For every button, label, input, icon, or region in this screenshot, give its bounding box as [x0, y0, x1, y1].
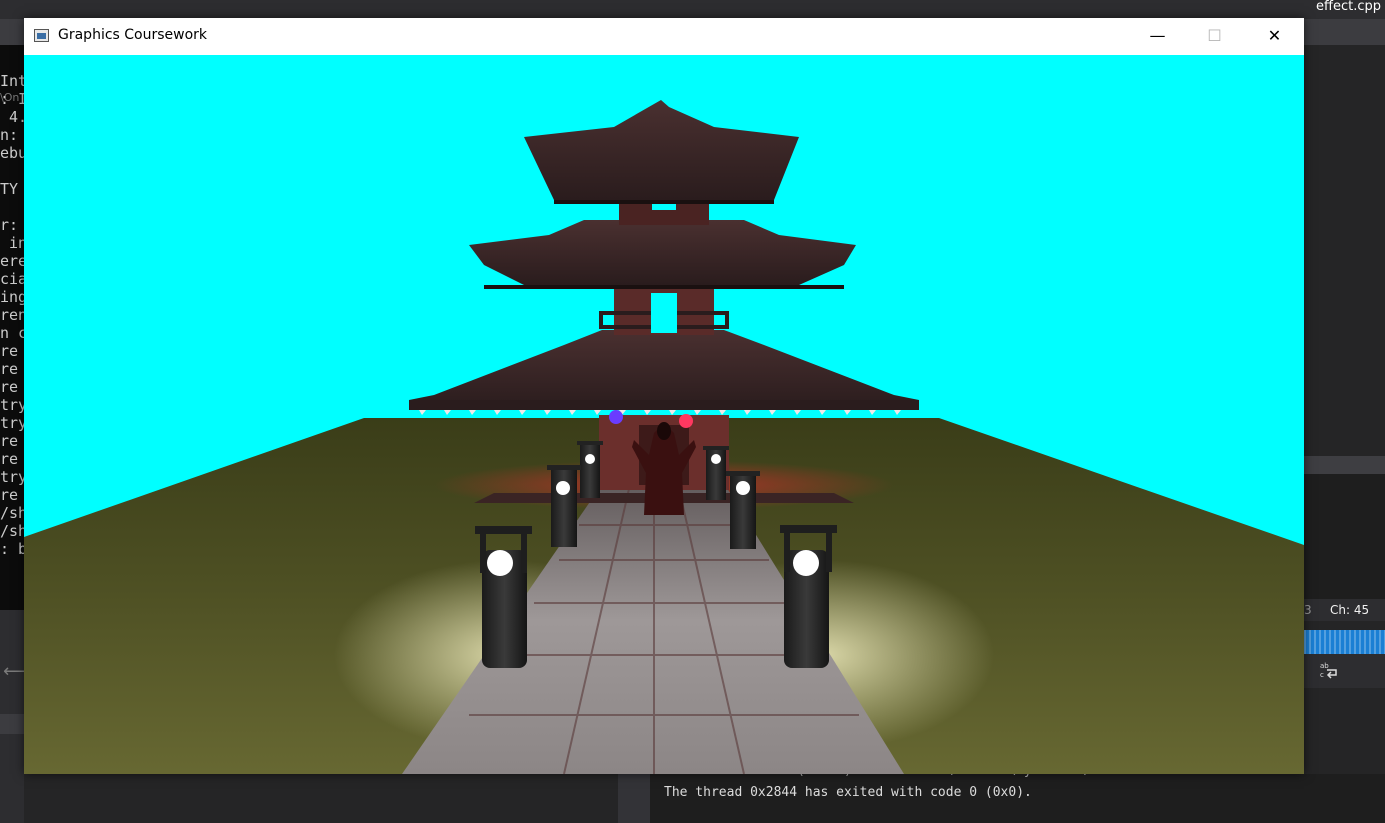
close-button[interactable]: ✕	[1246, 18, 1303, 55]
ide-right-editor	[1304, 474, 1385, 599]
svg-text:ab: ab	[1320, 662, 1329, 670]
console-line: ere	[0, 252, 24, 270]
app-icon	[34, 29, 49, 42]
console-line: try	[0, 468, 24, 486]
console-line: n:	[0, 126, 19, 144]
console-line: : b	[0, 540, 24, 558]
purple-orb	[609, 410, 623, 424]
red-orb	[679, 414, 693, 428]
console-line: : I	[0, 90, 24, 108]
build-progress-bar	[1304, 630, 1385, 654]
console-line: re	[0, 450, 19, 468]
console-line: in	[9, 234, 24, 252]
ide-top-bar: effect.cpp	[0, 0, 1385, 19]
graphics-coursework-window: Graphics Coursework — ☐ ✕	[24, 18, 1304, 774]
console-line: re	[0, 432, 19, 450]
output-line: The thread 0x2844 has exited with code 0…	[664, 785, 1032, 800]
ide-panel-divider	[618, 774, 650, 823]
console-line: ren	[0, 306, 24, 324]
minimize-button[interactable]: —	[1129, 18, 1186, 55]
lamp-mid-right	[726, 471, 760, 549]
ide-bottom-left	[24, 774, 618, 823]
console-line: ing	[0, 288, 24, 306]
roof-top	[524, 100, 799, 200]
console-line: n c	[0, 324, 24, 342]
console-line: re	[0, 486, 19, 504]
console-line: try	[0, 396, 24, 414]
editor-tab-effect-cpp[interactable]: effect.cpp	[1312, 0, 1385, 19]
lamp-far-right	[703, 446, 729, 500]
console-line: try	[0, 414, 24, 432]
word-wrap-icon[interactable]: ab c	[1318, 660, 1340, 682]
svg-text:c: c	[1320, 671, 1324, 679]
maximize-button[interactable]: ☐	[1186, 18, 1243, 55]
ide-right-band	[1304, 456, 1385, 474]
console-line: 4.	[9, 108, 24, 126]
console-line: re	[0, 342, 19, 360]
pagoda-scene	[24, 100, 1304, 774]
console-line: /sh	[0, 522, 24, 540]
roof-bottom-tiles	[419, 410, 901, 415]
editor-status-bar: 3 Ch: 45	[1304, 599, 1385, 621]
window-title: Graphics Coursework	[58, 27, 208, 43]
console-line: Int	[0, 72, 24, 90]
roof-middle	[469, 220, 856, 285]
render-viewport[interactable]	[24, 55, 1304, 774]
console-line: cia	[0, 270, 24, 288]
line-number-fragment: 3	[1304, 603, 1312, 617]
ide-left-box	[0, 714, 24, 734]
window-titlebar[interactable]: Graphics Coursework — ☐ ✕	[24, 18, 1304, 55]
console-line: /sh	[0, 504, 24, 522]
console-line: TY	[0, 180, 19, 198]
roof-bottom	[409, 330, 919, 410]
console-line: re	[0, 360, 19, 378]
column-indicator: Ch: 45	[1330, 603, 1370, 617]
lamp-mid-left	[547, 465, 581, 547]
console-line: re	[0, 378, 19, 396]
output-toolbar	[1304, 654, 1385, 688]
console-window: \On Int: I 4.n:ebuTYr: inereciaingrenn c…	[0, 45, 24, 610]
console-line: r:	[0, 216, 19, 234]
console-line: ebu	[0, 144, 24, 162]
